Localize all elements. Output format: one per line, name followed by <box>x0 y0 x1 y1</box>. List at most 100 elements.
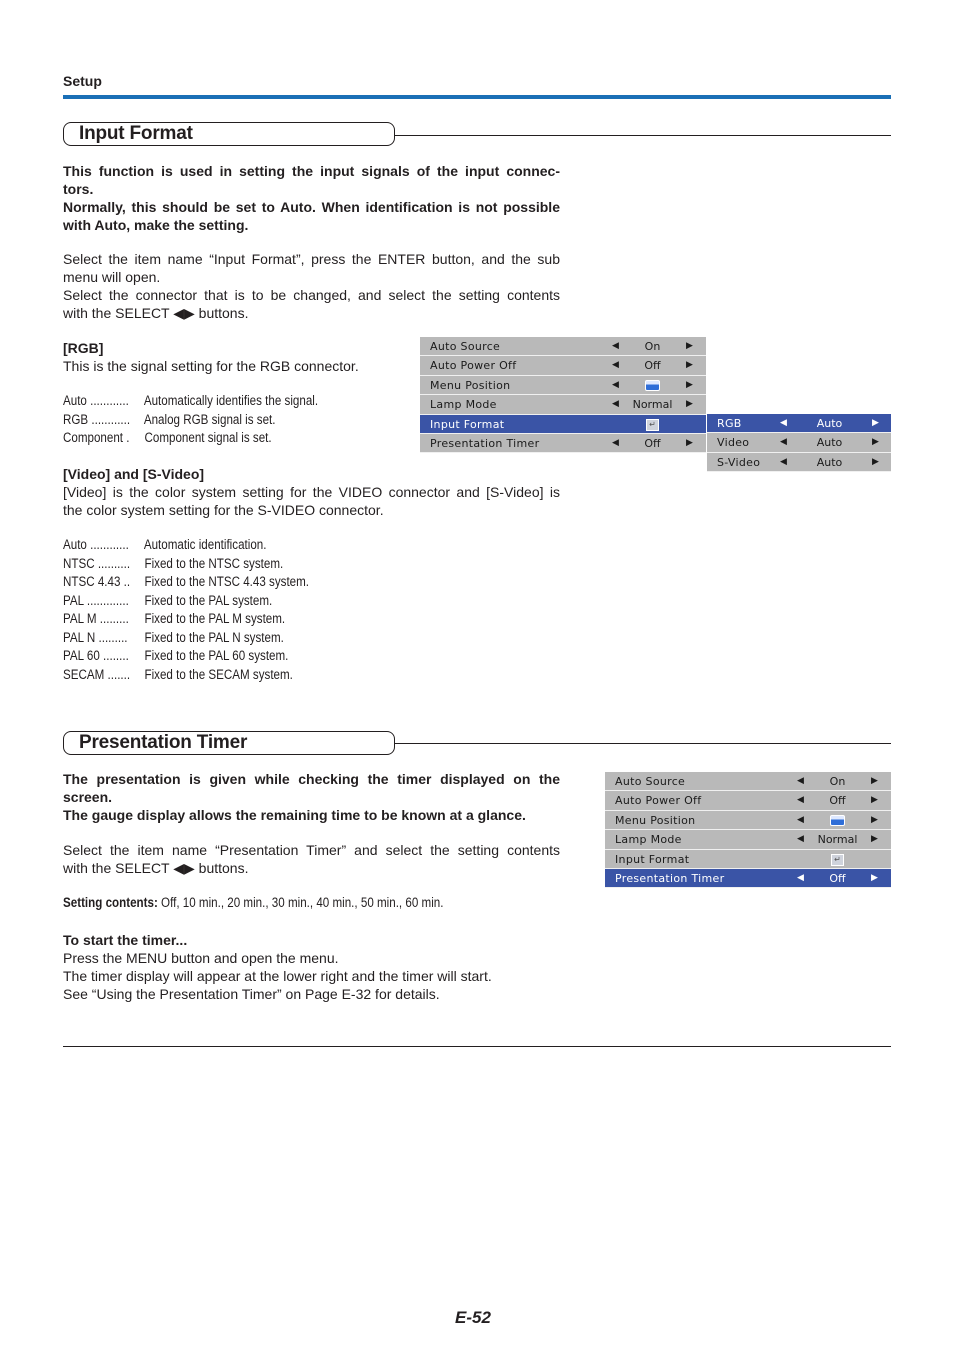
right-arrow-icon[interactable]: ▶ <box>871 830 878 849</box>
menu-row[interactable]: Auto Power Off ◀ ▶ Off <box>420 356 706 376</box>
menu-row[interactable]: Presentation Timer ◀ ▶ Off <box>605 868 891 889</box>
menu-row[interactable]: Auto Source ◀ ▶ On <box>420 337 706 357</box>
option-desc: Fixed to the PAL M system. <box>144 611 286 626</box>
menu-row-value: Auto <box>816 436 843 450</box>
instruction-line: Select the item name “Input Format”, pre… <box>63 251 560 267</box>
osd-setup-menu: Auto Source ◀ ▶ On Auto Power Off ◀ ▶ Off Menu P… <box>420 337 706 454</box>
option-desc: Automatic identification. <box>143 537 267 552</box>
instruction-line: with the SELECT ◀▶ buttons. <box>63 305 249 321</box>
video-heading: [Video] and [S-Video] <box>63 466 205 482</box>
menu-row-label: RGB <box>717 417 742 430</box>
intro-line: The gauge display allows the remaining t… <box>63 807 526 823</box>
left-arrow-icon[interactable]: ◀ <box>797 830 804 849</box>
menu-row-value: Auto <box>816 455 843 469</box>
option-row: PAL 60 ........ Fixed to the PAL 60 syst… <box>63 647 309 666</box>
osd-input-format-submenu: RGB ◀ ▶ Auto Video ◀ ▶ Auto S-Video ◀ ▶ Auto <box>707 414 891 473</box>
menu-row[interactable]: Auto Power Off ◀ ▶ Off <box>605 791 891 811</box>
presentation-timer-heading: Presentation Timer <box>63 731 395 755</box>
left-arrow-icon[interactable]: ◀ <box>612 337 619 356</box>
menu-position-icon <box>830 815 845 827</box>
menu-row-label: Auto Source <box>430 340 501 353</box>
video-section: [Video] and [S-Video] [Video] is the col… <box>63 465 560 519</box>
menu-row[interactable]: Input Format ↵ <box>605 850 891 869</box>
option-key: NTSC .......... <box>63 555 131 571</box>
menu-row[interactable]: Video ◀ ▶ Auto <box>707 433 891 453</box>
start-text-line: Press the MENU button and open the menu. <box>63 950 339 966</box>
menu-row-value: On <box>644 340 661 353</box>
left-arrow-icon[interactable]: ◀ <box>612 434 619 453</box>
option-key: SECAM ....... <box>63 666 131 682</box>
option-key: Component . <box>63 430 130 445</box>
right-arrow-icon[interactable]: ▶ <box>686 337 693 356</box>
menu-row-value: Off <box>829 871 846 885</box>
intro-line: Normally, this should be set to Auto. Wh… <box>63 199 560 215</box>
right-arrow-icon[interactable]: ▶ <box>872 453 879 472</box>
right-arrow-icon[interactable]: ▶ <box>686 434 693 453</box>
video-description: [Video] is the color system setting for … <box>63 484 560 500</box>
option-key: PAL ............. <box>63 592 129 608</box>
right-arrow-icon[interactable]: ▶ <box>686 395 693 414</box>
menu-row[interactable]: Lamp Mode ◀ ▶ Normal <box>420 395 706 415</box>
left-arrow-icon[interactable]: ◀ <box>780 414 787 433</box>
option-key: RGB ............ <box>63 411 131 427</box>
menu-row[interactable]: Lamp Mode ◀ ▶ Normal <box>605 830 891 850</box>
menu-row-label: S-Video <box>717 455 761 469</box>
option-row: SECAM ....... Fixed to the SECAM system. <box>63 666 309 685</box>
right-arrow-icon[interactable]: ▶ <box>872 433 879 452</box>
left-arrow-icon[interactable]: ◀ <box>612 356 619 375</box>
instruction-line: Select the item name “Presentation Timer… <box>63 842 560 858</box>
left-arrow-icon[interactable]: ◀ <box>797 772 804 791</box>
option-desc: Component signal is set. <box>144 430 272 445</box>
menu-row-value: Off <box>829 794 846 808</box>
option-key: PAL 60 ........ <box>63 648 129 663</box>
menu-row[interactable]: Input Format ↵ <box>420 414 706 434</box>
left-arrow-icon[interactable]: ◀ <box>612 395 619 414</box>
menu-row-value <box>810 811 865 830</box>
enter-icon: ↵ <box>831 853 844 866</box>
option-desc: Fixed to the PAL 60 system. <box>144 648 289 663</box>
option-row: Auto ............ Automatically identifi… <box>63 392 318 411</box>
menu-row[interactable]: S-Video ◀ ▶ Auto <box>707 453 891 473</box>
osd-timer-menu: Auto Source ◀ ▶ On Auto Power Off ◀ ▶ Off Menu P… <box>605 772 891 889</box>
heading-rule <box>395 743 891 744</box>
setting-values: Off, 10 min., 20 min., 30 min., 40 min.,… <box>157 895 444 910</box>
menu-row-label: Lamp Mode <box>615 833 682 847</box>
input-format-heading: Input Format <box>63 122 395 146</box>
menu-row-value: Off <box>644 359 661 373</box>
right-arrow-icon[interactable]: ▶ <box>872 414 879 433</box>
setting-contents: Setting contents: Off, 10 min., 20 min.,… <box>63 894 443 913</box>
option-row: PAL ............. Fixed to the PAL syste… <box>63 592 309 611</box>
right-arrow-icon[interactable]: ▶ <box>871 811 878 830</box>
menu-row[interactable]: Auto Source ◀ ▶ On <box>605 772 891 792</box>
option-row: Component . Component signal is set. <box>63 429 318 448</box>
menu-row[interactable]: Menu Position ◀ ▶ <box>605 811 891 831</box>
left-arrow-icon[interactable]: ◀ <box>780 433 787 452</box>
menu-row-label: Presentation Timer <box>615 871 725 885</box>
menu-row[interactable]: Menu Position ◀ ▶ <box>420 376 706 396</box>
option-desc: Analog RGB signal is set. <box>143 411 276 427</box>
instruction-line: menu will open. <box>63 269 161 285</box>
right-arrow-icon[interactable]: ▶ <box>871 791 878 810</box>
menu-row-value: Off <box>644 436 661 450</box>
option-row: PAL N ......... Fixed to the PAL N syste… <box>63 629 309 648</box>
right-arrow-icon[interactable]: ▶ <box>686 376 693 395</box>
option-row: Auto ............ Automatic identificati… <box>63 536 309 555</box>
right-arrow-icon[interactable]: ▶ <box>871 772 878 791</box>
right-arrow-icon[interactable]: ▶ <box>686 356 693 375</box>
left-arrow-icon[interactable]: ◀ <box>797 791 804 810</box>
enter-icon: ↵ <box>646 418 659 431</box>
intro-line: This function is used in setting the inp… <box>63 163 560 179</box>
section-label: Setup <box>63 73 102 89</box>
menu-row[interactable]: Presentation Timer ◀ ▶ Off <box>420 434 706 454</box>
left-arrow-icon[interactable]: ◀ <box>612 376 619 395</box>
rgb-options-list: Auto ............ Automatically identifi… <box>63 392 360 448</box>
menu-row-label: Auto Power Off <box>615 794 702 808</box>
menu-row[interactable]: RGB ◀ ▶ Auto <box>707 414 891 434</box>
input-format-instructions: Select the item name “Input Format”, pre… <box>63 250 560 322</box>
right-arrow-icon[interactable]: ▶ <box>871 869 878 888</box>
left-arrow-icon[interactable]: ◀ <box>797 869 804 888</box>
intro-line: screen. <box>63 789 113 805</box>
left-arrow-icon[interactable]: ◀ <box>780 453 787 472</box>
menu-row-label: Input Format <box>430 417 505 431</box>
left-arrow-icon[interactable]: ◀ <box>797 811 804 830</box>
